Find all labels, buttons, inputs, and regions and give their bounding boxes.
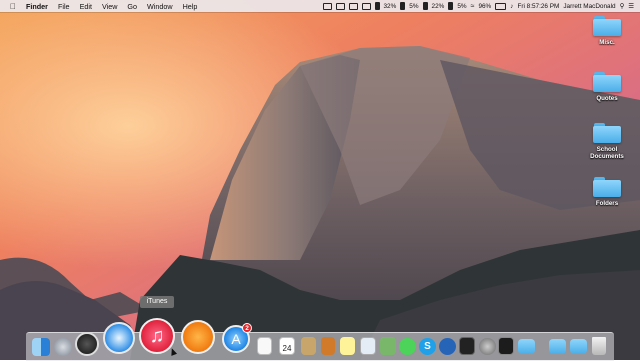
airplay-icon[interactable] <box>348 2 358 10</box>
finder-icon[interactable] <box>32 338 50 356</box>
status-menus: 32% 5% 22% 5% ≈ 96% ♪ Fri 8:57:26 PM Jar… <box>322 0 634 12</box>
folder-icon[interactable] <box>570 339 587 354</box>
battery-icon[interactable] <box>495 2 507 10</box>
app-store-badge: 2 <box>242 323 252 333</box>
folder-icon <box>593 177 621 197</box>
trash-icon[interactable] <box>592 337 606 355</box>
dock-tooltip: iTunes <box>140 296 174 308</box>
dashboard-icon[interactable] <box>75 332 99 356</box>
notes-icon[interactable] <box>301 337 316 355</box>
menu-help[interactable]: Help <box>183 2 198 11</box>
menu-finder[interactable]: Finder <box>26 2 48 11</box>
disk-meter-icon[interactable] <box>448 2 454 10</box>
monitor-icon[interactable] <box>335 2 345 10</box>
desktop-wallpaper <box>0 0 640 360</box>
skype-icon[interactable]: S <box>419 338 436 355</box>
display-icon[interactable] <box>361 2 371 10</box>
menu-file[interactable]: File <box>58 2 70 11</box>
folder-label: School Documents <box>590 146 624 160</box>
folder-icon <box>593 16 621 36</box>
menu-go[interactable]: Go <box>127 2 137 11</box>
ibooks-icon[interactable] <box>181 320 215 354</box>
wifi-icon[interactable]: ≈ <box>471 3 475 10</box>
folder-icon <box>593 123 621 143</box>
cpu-meter-icon[interactable] <box>374 2 380 10</box>
folder-school-documents[interactable]: School Documents <box>582 123 632 160</box>
cpu-meter-icon[interactable] <box>400 2 406 10</box>
folder-label: Folders <box>595 200 619 207</box>
activity-monitor-icon[interactable] <box>459 337 475 355</box>
folder-icon[interactable] <box>549 339 566 354</box>
menu-bar:  Finder File Edit View Go Window Help 3… <box>0 0 640 12</box>
spotlight-icon[interactable]: ⚲ <box>620 2 625 10</box>
calendar-day: 24 <box>282 344 292 353</box>
book-icon[interactable] <box>321 337 335 355</box>
battery-percent: 96% <box>478 2 492 10</box>
menu-view[interactable]: View <box>102 2 117 11</box>
menu-window[interactable]: Window <box>147 2 173 11</box>
folder-folders[interactable]: Folders <box>582 177 632 207</box>
folder-label: Quotes <box>596 95 618 102</box>
cpu-usage-3: 22% <box>431 2 445 10</box>
cpu-usage-1: 32% <box>383 2 397 10</box>
textedit-icon[interactable] <box>257 337 272 355</box>
messages-icon[interactable] <box>399 338 416 355</box>
system-preferences-icon[interactable] <box>479 338 496 355</box>
cpu-usage-2: 5% <box>409 2 419 10</box>
terminal-icon[interactable] <box>498 337 514 355</box>
user-name[interactable]: Jarrett MacDonald <box>563 3 615 10</box>
menu-edit[interactable]: Edit <box>80 2 92 11</box>
safari-icon[interactable] <box>103 322 135 354</box>
folder-quotes[interactable]: Quotes <box>582 72 632 102</box>
memory-meter-icon[interactable] <box>422 2 428 10</box>
notification-center-icon[interactable]: ☰ <box>628 2 634 10</box>
folder-icon[interactable] <box>518 339 535 354</box>
stickies-icon[interactable] <box>340 337 355 355</box>
cpu-usage-4: 5% <box>457 2 467 10</box>
apple-menu-icon[interactable]:  <box>8 2 18 11</box>
folder-label: Misc. <box>599 39 615 46</box>
preview-icon[interactable] <box>360 337 376 355</box>
volume-icon[interactable]: ♪ <box>510 3 513 10</box>
folder-icon <box>593 72 621 92</box>
calendar-icon[interactable]: 24 <box>279 337 295 355</box>
folder-misc[interactable]: Misc. <box>582 16 632 46</box>
quicktime-icon[interactable] <box>439 338 456 355</box>
camera-icon[interactable] <box>322 2 332 10</box>
photos-icon[interactable] <box>380 337 396 355</box>
launchpad-icon[interactable] <box>54 338 72 356</box>
clock[interactable]: Fri 8:57:26 PM <box>517 3 559 10</box>
